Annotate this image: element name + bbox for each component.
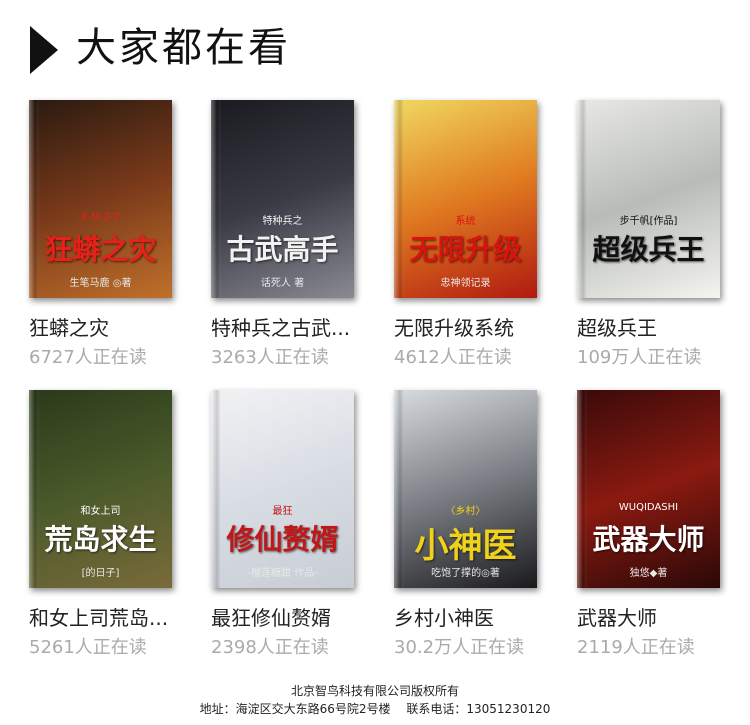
footer-address: 地址：海淀区交大东路66号院2号楼	[199, 702, 391, 716]
book-card[interactable]: 步千帆[作品] 超级兵王 超级兵王 109万人正在读	[577, 96, 750, 381]
cover-title: 无限升级	[409, 233, 522, 266]
cover-subtitle: 特种兵之	[262, 216, 303, 227]
book-spine	[211, 390, 221, 588]
book-spine	[577, 390, 587, 588]
book-reader-count: 5261人正在读	[29, 637, 147, 658]
book-title[interactable]: 乡村小神医	[394, 604, 494, 632]
cover-author: [的日子]	[81, 568, 120, 579]
book-title[interactable]: 和女上司荒岛...	[29, 604, 168, 632]
book-reader-count: 109万人正在读	[577, 347, 702, 368]
book-reader-count: 4612人正在读	[394, 347, 512, 368]
cover-author: 吃饱了撑的◎著	[431, 568, 500, 579]
book-cover-image[interactable]: 和女上司荒岛求生 [的日子]	[29, 390, 172, 588]
cover-subtitle: 步千帆[作品]	[619, 216, 678, 227]
cover-subtitle: K·M·Z·Z	[81, 212, 120, 223]
cover-subtitle: 和女上司	[80, 506, 121, 517]
cover-subtitle: 系统	[455, 216, 476, 227]
book-title[interactable]: 无限升级系统	[394, 314, 514, 342]
book-spine	[577, 100, 587, 298]
cover-title: 狂蟒之灾	[44, 233, 157, 266]
book-reader-count: 3263人正在读	[211, 347, 329, 368]
cover-author: 独悠◆著	[629, 568, 668, 579]
cover-author: 忠神领记录	[440, 278, 491, 289]
book-title[interactable]: 狂蟒之灾	[29, 314, 109, 342]
book-card[interactable]: 系统 无限升级 忠神领记录 无限升级系统 4612人正在读	[394, 96, 569, 381]
cover-title: 修仙赘婿	[226, 523, 339, 556]
book-reader-count: 2119人正在读	[577, 637, 695, 658]
cover-subtitle: 最狂	[272, 506, 293, 517]
book-cover-image[interactable]: 系统无限升级忠神领记录	[394, 100, 537, 298]
footer-company: 北京智鸟科技有限公司版权所有	[290, 684, 459, 698]
cover-subtitle: WUQIDASHI	[618, 502, 679, 513]
cover-author: 生笔马鹿 ◎著	[69, 278, 132, 289]
book-card[interactable]: 〈乡村〉小神医吃饱了撑的◎著乡村小神医 30.2万人正在读	[394, 386, 569, 671]
book-cover-image[interactable]: K·M·Z·Z 狂蟒之灾生笔马鹿 ◎著	[29, 100, 172, 298]
cover-subtitle: 〈乡村〉	[445, 506, 486, 517]
cover-title: 古武高手	[226, 233, 339, 266]
footer-phone: 联系电话：13051230120	[406, 702, 551, 716]
book-spine	[29, 100, 39, 298]
book-reader-count: 6727人正在读	[29, 347, 147, 368]
cover-title: 荒岛求生	[44, 523, 157, 556]
page-footer: 北京智鸟科技有限公司版权所有 地址：海淀区交大东路66号院2号楼 联系电话：13…	[0, 682, 750, 718]
cover-title: 超级兵王	[592, 233, 705, 266]
book-cover-image[interactable]: WUQIDASHI 武器大师独悠◆著	[577, 390, 720, 588]
book-title[interactable]: 特种兵之古武...	[211, 314, 350, 342]
cover-author: 话死人 著	[260, 278, 305, 289]
book-card[interactable]: WUQIDASHI 武器大师 独悠◆著 武器大师 2119人正在读	[577, 386, 750, 671]
cover-title: 武器大师	[592, 523, 705, 556]
book-cover-image[interactable]: 〈乡村〉小神医吃饱了撑的◎著	[394, 390, 537, 588]
cover-author: -榴莲糖甜 作品-	[247, 568, 318, 579]
book-spine	[29, 390, 39, 588]
section-header: 大家都在看	[0, 0, 750, 84]
book-title[interactable]: 超级兵王	[577, 314, 657, 342]
book-card[interactable]: K·M·Z·Z 狂蟒之灾 生笔马鹿 ◎著 狂蟒之灾 6727人正在读	[29, 96, 204, 381]
book-card[interactable]: 特种兵之古武高手话死人 著特种兵之古武... 3263人正在读	[211, 96, 386, 381]
section-title: 大家都在看	[76, 25, 291, 71]
book-card[interactable]: 最狂 修仙赘婿 -榴莲糖甜 作品- 最狂修仙赘婿 2398人正在读	[211, 386, 386, 671]
book-reader-count: 2398人正在读	[211, 637, 329, 658]
book-reader-count: 30.2万人正在读	[394, 637, 525, 658]
cover-title: 小神医	[414, 526, 517, 566]
book-cover-image[interactable]: 步千帆[作品] 超级兵王	[577, 100, 720, 298]
book-spine	[394, 100, 404, 298]
section-marker-icon	[30, 26, 58, 74]
book-title[interactable]: 武器大师	[577, 604, 657, 632]
book-card[interactable]: 和女上司荒岛求生 [的日子] 和女上司荒岛... 5261人正在读	[29, 386, 204, 671]
book-cover-image[interactable]: 最狂修仙赘婿 -榴莲糖甜 作品-	[211, 390, 354, 588]
book-cover-image[interactable]: 特种兵之古武高手话死人 著	[211, 100, 354, 298]
book-spine	[211, 100, 221, 298]
book-title[interactable]: 最狂修仙赘婿	[211, 604, 331, 632]
